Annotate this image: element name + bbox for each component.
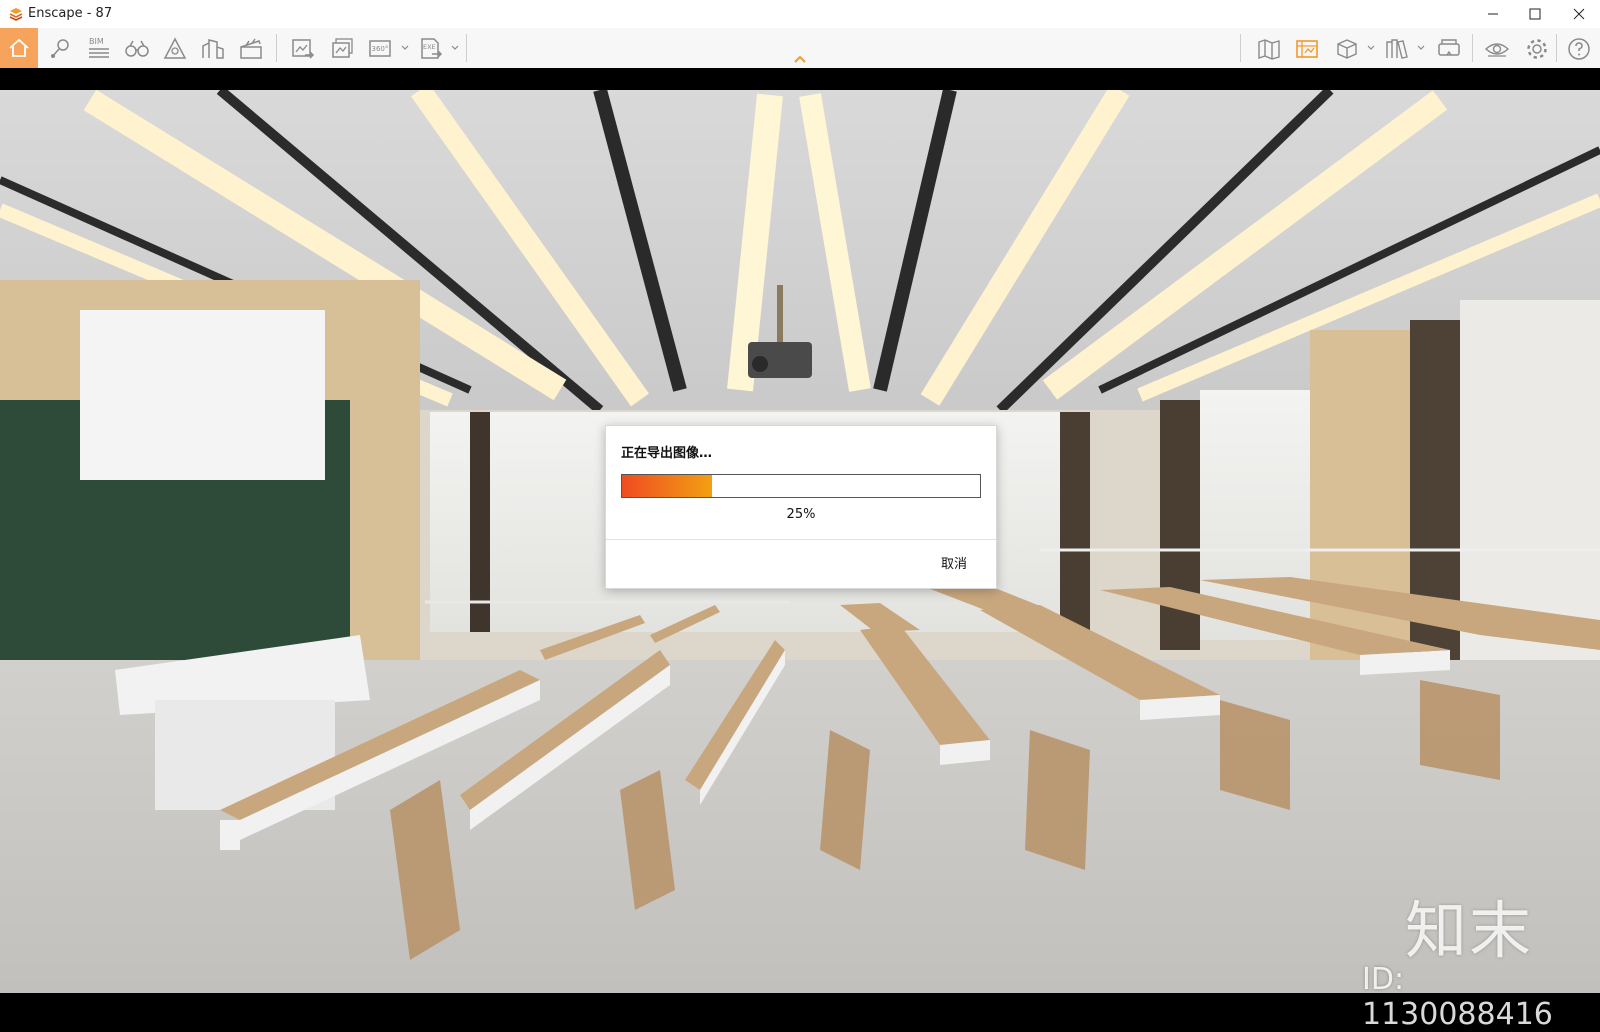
progress-percentage: 25% bbox=[786, 507, 816, 522]
visibility-icon bbox=[1484, 43, 1510, 57]
toolbar-separator bbox=[1240, 34, 1241, 62]
panorama-icon: 360° bbox=[369, 40, 391, 57]
asset-library-button[interactable] bbox=[194, 30, 230, 66]
panorama-button[interactable]: 360° bbox=[362, 30, 398, 66]
toolbar-separator bbox=[276, 34, 277, 62]
home-button[interactable] bbox=[0, 28, 38, 68]
settings-button[interactable] bbox=[1518, 30, 1554, 66]
cube-button[interactable] bbox=[1328, 30, 1364, 66]
bim-icon: BIM bbox=[89, 37, 109, 58]
dialog-divider bbox=[606, 539, 996, 540]
home-icon bbox=[9, 38, 29, 57]
clapper-button[interactable] bbox=[232, 30, 268, 66]
navigate-icon bbox=[51, 39, 69, 58]
cube-dropdown-chevron-icon[interactable] bbox=[1366, 42, 1376, 52]
views-icon bbox=[1296, 40, 1318, 58]
export-progress-dialog: 正在导出图像… 25% 取消 bbox=[605, 425, 997, 589]
books-button[interactable] bbox=[1378, 30, 1414, 66]
maximize-button[interactable] bbox=[1512, 0, 1558, 28]
svg-text:360°: 360° bbox=[372, 45, 389, 53]
toolbar-separator bbox=[466, 34, 467, 62]
progress-bar bbox=[621, 474, 981, 498]
main-toolbar: BIM 360° EXE bbox=[0, 28, 1600, 69]
map-button[interactable] bbox=[1250, 30, 1286, 66]
viewport-top-border bbox=[0, 68, 1600, 90]
maximize-icon bbox=[1529, 8, 1541, 20]
panorama-dropdown-chevron-icon[interactable] bbox=[400, 42, 410, 52]
svg-text:BIM: BIM bbox=[89, 37, 104, 46]
minimize-icon bbox=[1488, 13, 1498, 15]
export-exe-icon: EXE bbox=[421, 38, 443, 59]
batch-render-icon bbox=[332, 38, 353, 58]
watermark-id: ID: 1130088416 bbox=[1362, 962, 1553, 1032]
visibility-button[interactable] bbox=[1478, 30, 1514, 66]
batch-render-button[interactable] bbox=[324, 30, 360, 66]
screenshot-icon bbox=[292, 39, 315, 59]
vr-headset-icon bbox=[1438, 39, 1460, 56]
window-title: Enscape - 87 bbox=[28, 6, 113, 21]
asset-library-icon bbox=[202, 39, 224, 59]
settings-icon bbox=[1527, 39, 1547, 59]
dialog-title: 正在导出图像… bbox=[621, 446, 713, 461]
export-exe-button[interactable]: EXE bbox=[412, 30, 448, 66]
enscape-logo-icon bbox=[9, 8, 23, 21]
watermark-logo: 知末 bbox=[1405, 894, 1534, 967]
atmosphere-icon bbox=[163, 37, 187, 59]
atmosphere-button[interactable] bbox=[156, 30, 192, 66]
binoculars-button[interactable] bbox=[118, 30, 154, 66]
title-bar: Enscape - 87 bbox=[0, 0, 1600, 28]
binoculars-icon bbox=[125, 40, 149, 57]
close-button[interactable] bbox=[1556, 0, 1600, 28]
viewport-bottom-border bbox=[0, 993, 1600, 1018]
cube-icon bbox=[1337, 39, 1357, 59]
vr-headset-button[interactable] bbox=[1430, 30, 1466, 66]
toolbar-separator bbox=[1556, 34, 1557, 62]
bim-button[interactable]: BIM bbox=[80, 30, 116, 66]
progress-bar-fill bbox=[622, 475, 712, 497]
navigate-button[interactable] bbox=[42, 30, 78, 66]
views-button[interactable] bbox=[1288, 30, 1324, 66]
toolbar-separator bbox=[1472, 34, 1473, 62]
help-button[interactable] bbox=[1560, 30, 1596, 66]
minimize-button[interactable] bbox=[1470, 0, 1516, 28]
books-dropdown-chevron-icon[interactable] bbox=[1416, 42, 1426, 52]
screenshot-button[interactable] bbox=[284, 30, 320, 66]
close-icon bbox=[1573, 8, 1585, 20]
collapse-toolbar-chevron-icon[interactable] bbox=[793, 54, 807, 64]
books-icon bbox=[1386, 39, 1408, 59]
clapper-icon bbox=[240, 38, 262, 59]
map-icon bbox=[1258, 39, 1280, 60]
help-icon bbox=[1568, 38, 1590, 60]
svg-text:EXE: EXE bbox=[423, 43, 436, 51]
export-dropdown-chevron-icon[interactable] bbox=[450, 42, 460, 52]
cancel-button[interactable]: 取消 bbox=[928, 552, 980, 578]
